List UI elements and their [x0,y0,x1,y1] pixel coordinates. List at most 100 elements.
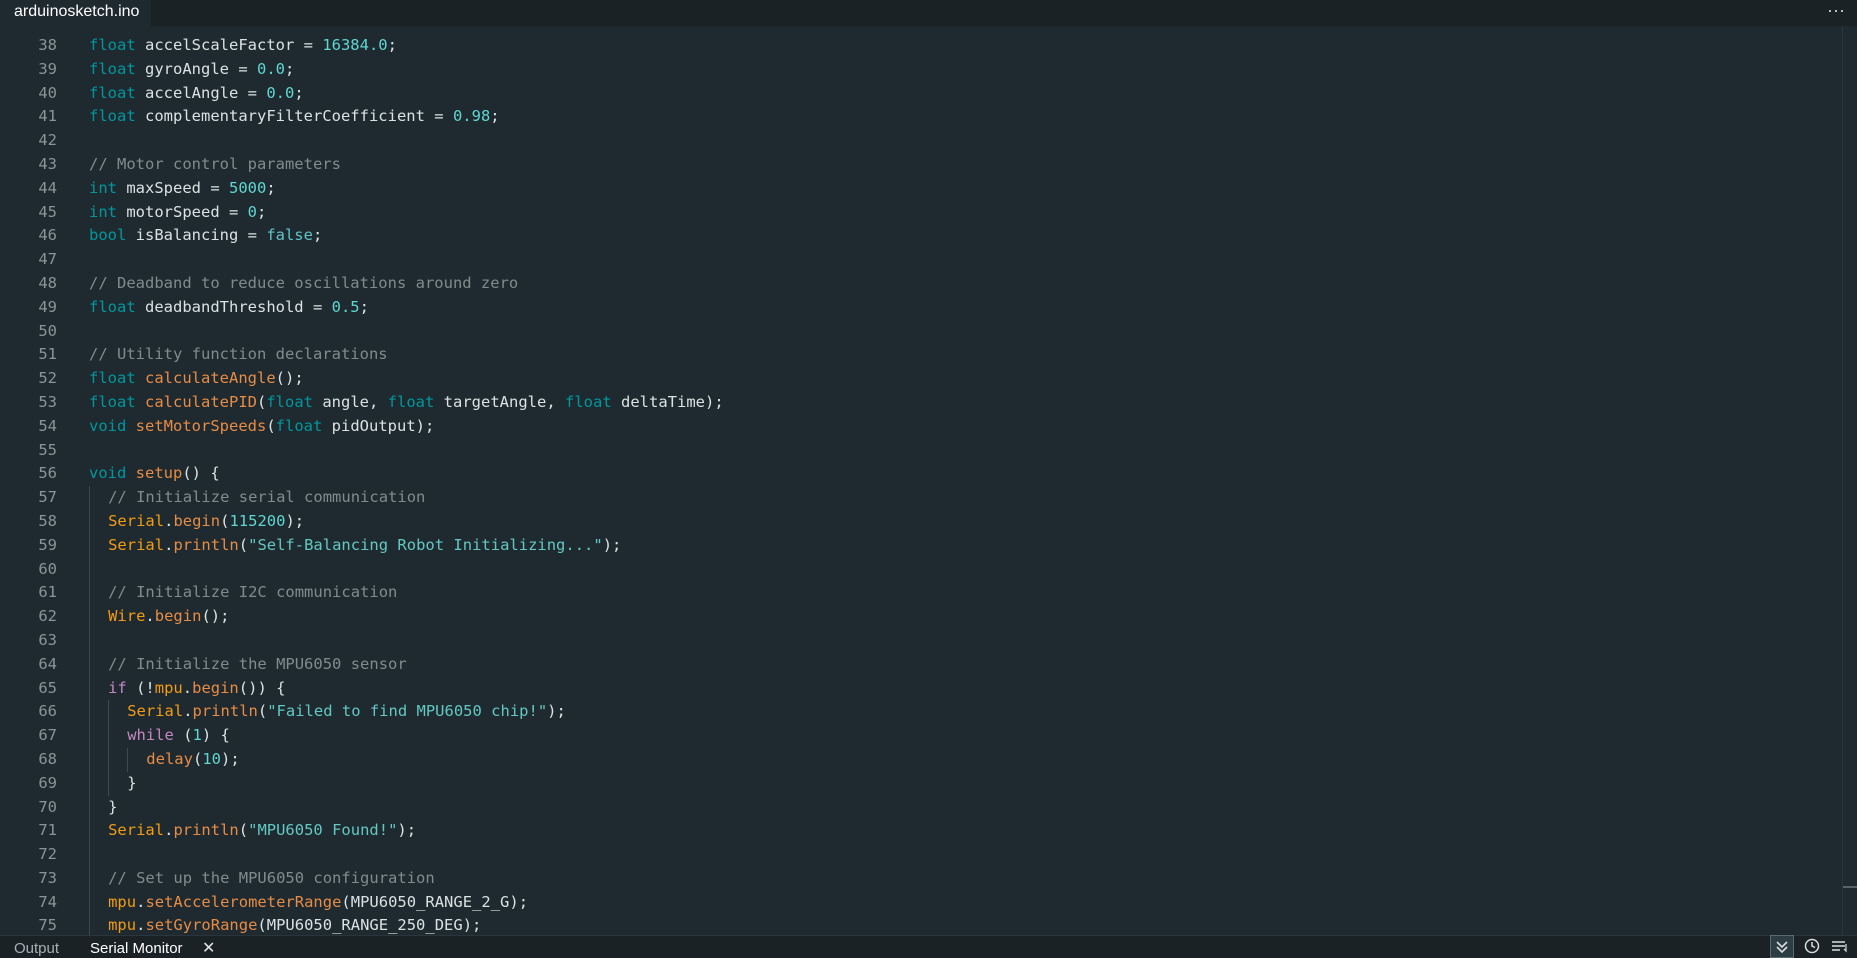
line-number: 75 [38,916,57,935]
code-line: 69} [0,771,1840,796]
code-text: float accelScaleFactor = 16384.0; [89,34,1829,58]
code-text: // Initialize I2C communication [89,581,1848,605]
code-line: 45 int motorSpeed = 0; [0,201,1840,225]
code-token: ()) { [238,678,286,697]
code-token: ; [387,36,397,54]
code-text: delay(10); [89,748,1857,772]
code-token: // Deadband to reduce oscillations aroun… [89,273,519,292]
code-text: // Initialize serial communication [89,486,1848,510]
code-text: mpu.setGyroRange(MPU6050_RANGE_250_DEG); [89,914,1848,935]
line-number: 60 [38,559,57,578]
code-text: float accelAngle = 0.0; [89,82,1829,106]
code-token: } [108,797,118,816]
code-token: ; [359,297,369,316]
code-token: mpu [108,916,137,935]
code-token: float [89,59,136,78]
line-number: 53 [38,392,57,411]
more-options-icon[interactable]: ··· [1823,0,1849,24]
close-icon[interactable]: ✕ [202,938,216,958]
code-text: float gyroAngle = 0.0; [89,58,1829,82]
code-token: if [108,678,127,697]
code-line: 64 // Initialize the MPU6050 sensor [0,652,1840,677]
code-text: Serial.println("Failed to find MPU6050 c… [89,700,1857,724]
code-text: float complementaryFilterCoefficient = 0… [89,105,1829,129]
line-ending-icon[interactable] [1828,935,1852,958]
code-token: ; [285,59,295,78]
code-token: // Initialize the MPU6050 sensor [108,654,407,673]
vertical-scrollbar[interactable] [1842,26,1857,935]
code-token: delay [146,749,193,768]
code-text: } [89,796,1848,820]
line-number: 59 [38,535,57,554]
code-editor[interactable]: 38 float accelScaleFactor = 16384.0; 39 flo… [0,26,1857,935]
code-token: "Failed to find MPU6050 chip!" [267,702,548,721]
code-token: float [275,416,323,435]
code-token: gyroAngle = [135,59,257,78]
code-token: println [173,821,239,840]
code-line: 42 [0,129,1840,153]
code-token: begin [173,511,221,530]
code-token: ); [397,821,417,840]
code-text: float calculatePID(float angle, float ta… [89,391,1829,415]
scrollbar-thumb[interactable] [1843,886,1857,888]
line-number: 40 [38,83,57,102]
code-token: Serial [108,535,165,554]
tab-arduinosketch[interactable]: arduinosketch.ino [0,0,152,28]
code-token: 5000 [228,178,267,197]
code-line: 72 [0,843,1840,867]
code-line: 66 Serial.println("Failed to find MPU6050… [0,700,1840,725]
code-token: . [182,678,193,697]
code-text: // Set up the MPU6050 configuration [89,867,1848,891]
code-token: ( [238,535,249,554]
code-text: void setup() { [89,462,1829,486]
code-token: // Utility function declarations [89,345,388,364]
autoscroll-icon[interactable] [1770,935,1794,958]
line-number: 51 [38,345,57,364]
line-number: 39 [38,59,57,78]
code-line: 52 float calculateAngle(); [0,367,1840,391]
code-line: 65 if (!mpu.begin()) { [0,676,1840,701]
code-token: 0.5 [331,297,360,316]
line-number: 67 [38,726,57,745]
code-token: setMotorSpeeds [135,416,267,435]
code-line: 39 float gyroAngle = 0.0; [0,58,1840,82]
code-token: setAccelerometerRange [145,892,342,911]
code-token: ; [312,226,323,245]
code-token: ); [602,535,622,554]
line-number: 68 [38,749,57,768]
line-number: 57 [38,488,57,507]
indent-guide [89,628,90,653]
tab-serial-monitor[interactable]: Serial Monitor [90,938,183,958]
line-number: 41 [38,107,57,126]
code-line: 40 float accelAngle = 0.0; [0,82,1840,106]
tab-output[interactable]: Output [14,938,59,958]
code-token: float [565,392,612,411]
code-line: 41 float complementaryFilterCoefficient =… [0,105,1840,129]
line-number: 58 [38,511,57,530]
code-token: ; [490,107,500,126]
code-token: () { [182,464,220,483]
line-number: 74 [38,892,57,911]
code-token: mpu [154,678,183,697]
line-number: 42 [38,131,57,150]
line-number: 72 [38,845,57,864]
code-line: 67 while (1) { [0,724,1840,748]
code-token: // Initialize I2C communication [108,583,398,602]
code-line: 74 mpu.setAccelerometerRange(MPU6050_RANG… [0,890,1840,915]
code-text: // Initialize the MPU6050 sensor [89,653,1848,677]
line-number: 70 [38,797,57,816]
code-token: 115200 [229,511,286,530]
code-token: (! [126,678,155,697]
indent-guide [89,557,90,582]
code-line: 50 [0,320,1840,344]
timestamp-icon[interactable] [1800,935,1824,958]
code-token: 16384.0 [322,36,388,54]
code-text: int motorSpeed = 0; [89,201,1829,225]
code-text: Serial.println("Self-Balancing Robot Ini… [89,534,1848,558]
code-token: bool [89,226,127,245]
code-line: 58 Serial.begin(115200); [0,509,1840,534]
code-token: float [89,369,136,388]
code-text: } [89,772,1857,796]
code-text: while (1) { [89,724,1857,748]
